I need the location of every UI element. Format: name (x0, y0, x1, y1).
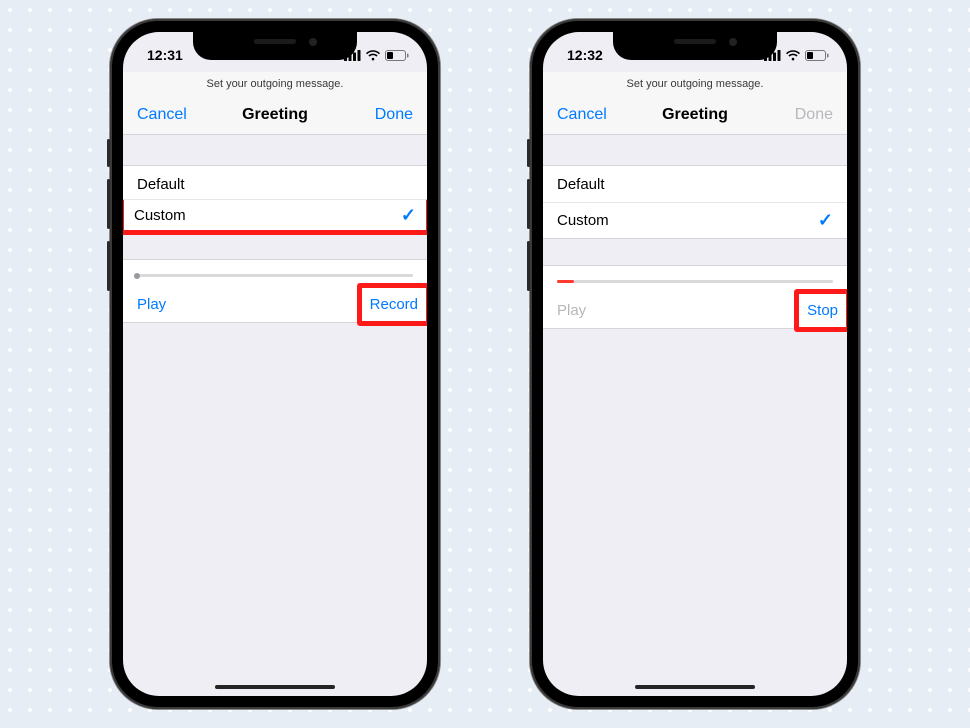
cancel-button[interactable]: Cancel (557, 106, 617, 124)
phone-left: 12:31 Set your outgoing message. Cancel … (110, 19, 440, 709)
wifi-icon (365, 50, 381, 61)
done-button: Done (773, 106, 833, 124)
screen: 12:31 Set your outgoing message. Cancel … (123, 32, 427, 696)
screen: 12:32 Set your outgoing message. Cancel … (543, 32, 847, 696)
checkmark-icon: ✓ (401, 205, 416, 226)
battery-icon (805, 50, 829, 61)
nav-bar: Cancel Greeting Done (123, 98, 427, 135)
greeting-options-list: Default Custom ✓ (123, 165, 427, 233)
list-item-default[interactable]: Default (123, 166, 427, 202)
progress-slider[interactable] (557, 280, 833, 283)
greeting-options-list: Default Custom ✓ (543, 165, 847, 239)
list-item-default[interactable]: Default (543, 166, 847, 202)
cancel-button[interactable]: Cancel (137, 106, 197, 124)
subheader-text: Set your outgoing message. (123, 72, 427, 98)
playback-actions: Play Record (123, 287, 427, 323)
wifi-icon (785, 50, 801, 61)
record-button-label: Record (370, 296, 418, 313)
notch (193, 32, 357, 60)
list-item-label: Default (137, 176, 185, 193)
subheader-text: Set your outgoing message. (543, 72, 847, 98)
status-time: 12:32 (567, 41, 603, 63)
list-item-custom[interactable]: Custom ✓ (543, 202, 847, 238)
nav-bar: Cancel Greeting Done (543, 98, 847, 135)
stop-button[interactable]: Stop (794, 289, 847, 332)
page-title: Greeting (242, 106, 308, 124)
progress-slider[interactable] (137, 274, 413, 277)
checkmark-icon: ✓ (818, 210, 833, 231)
phone-right: 12:32 Set your outgoing message. Cancel … (530, 19, 860, 709)
play-button[interactable]: Play (137, 296, 166, 313)
stop-button-label: Stop (807, 302, 838, 319)
battery-icon (385, 50, 409, 61)
notch (613, 32, 777, 60)
play-button: Play (557, 302, 586, 319)
progress-thumb[interactable] (134, 273, 140, 279)
status-time: 12:31 (147, 41, 183, 63)
record-button[interactable]: Record (357, 283, 427, 326)
done-button[interactable]: Done (353, 106, 413, 124)
list-item-label: Default (557, 176, 605, 193)
list-item-custom[interactable]: Custom ✓ (123, 199, 427, 235)
home-indicator[interactable] (215, 685, 335, 689)
list-item-label: Custom (134, 207, 186, 224)
progress-fill (557, 280, 574, 283)
playback-actions: Play Stop (543, 293, 847, 329)
list-item-label: Custom (557, 212, 609, 229)
page-title: Greeting (662, 106, 728, 124)
home-indicator[interactable] (635, 685, 755, 689)
